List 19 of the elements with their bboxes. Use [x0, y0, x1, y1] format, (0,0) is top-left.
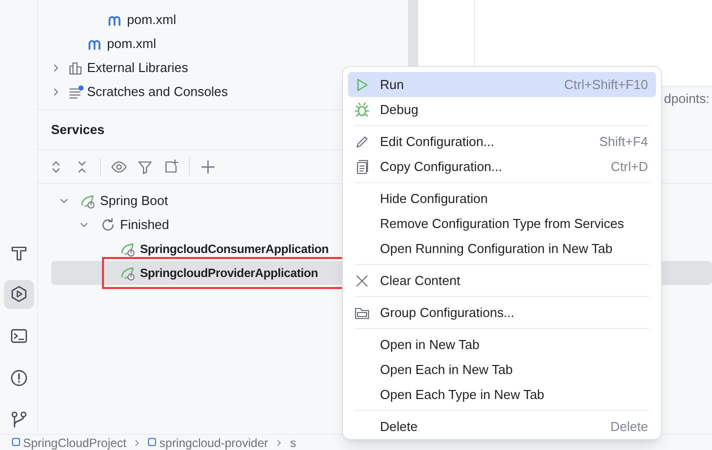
- editor-text: dpoints:: [664, 90, 710, 108]
- shortcut-text: Ctrl+D: [610, 158, 648, 176]
- menu-item-label: Open Each Type in New Tab: [380, 386, 546, 404]
- menu-item-label: Remove Configuration Type from Services: [380, 214, 625, 233]
- shortcut-text: Ctrl+Shift+F10: [564, 76, 648, 94]
- menu-item-label: Open Running Configuration in New Tab: [380, 240, 614, 258]
- menu-item-label: Group Configurations...: [380, 304, 516, 322]
- menu-item-label: Open Each in New Tab: [380, 360, 514, 379]
- menu-item-label: Hide Configuration: [380, 190, 489, 208]
- panel-title: Services: [51, 120, 104, 139]
- menu-item-label: Debug: [380, 100, 420, 119]
- menu-item-label: Open in New Tab: [380, 336, 480, 354]
- menu-item-label: Run: [380, 76, 405, 94]
- menu-item-label: Edit Configuration...: [380, 132, 496, 151]
- menu-item-label: Clear Content: [380, 272, 462, 290]
- menu-item-label: Delete: [380, 418, 419, 436]
- menu-item-label: Copy Configuration...: [380, 158, 504, 176]
- shortcut-text: Delete: [610, 418, 648, 436]
- shortcut-text: Shift+F4: [599, 132, 648, 151]
